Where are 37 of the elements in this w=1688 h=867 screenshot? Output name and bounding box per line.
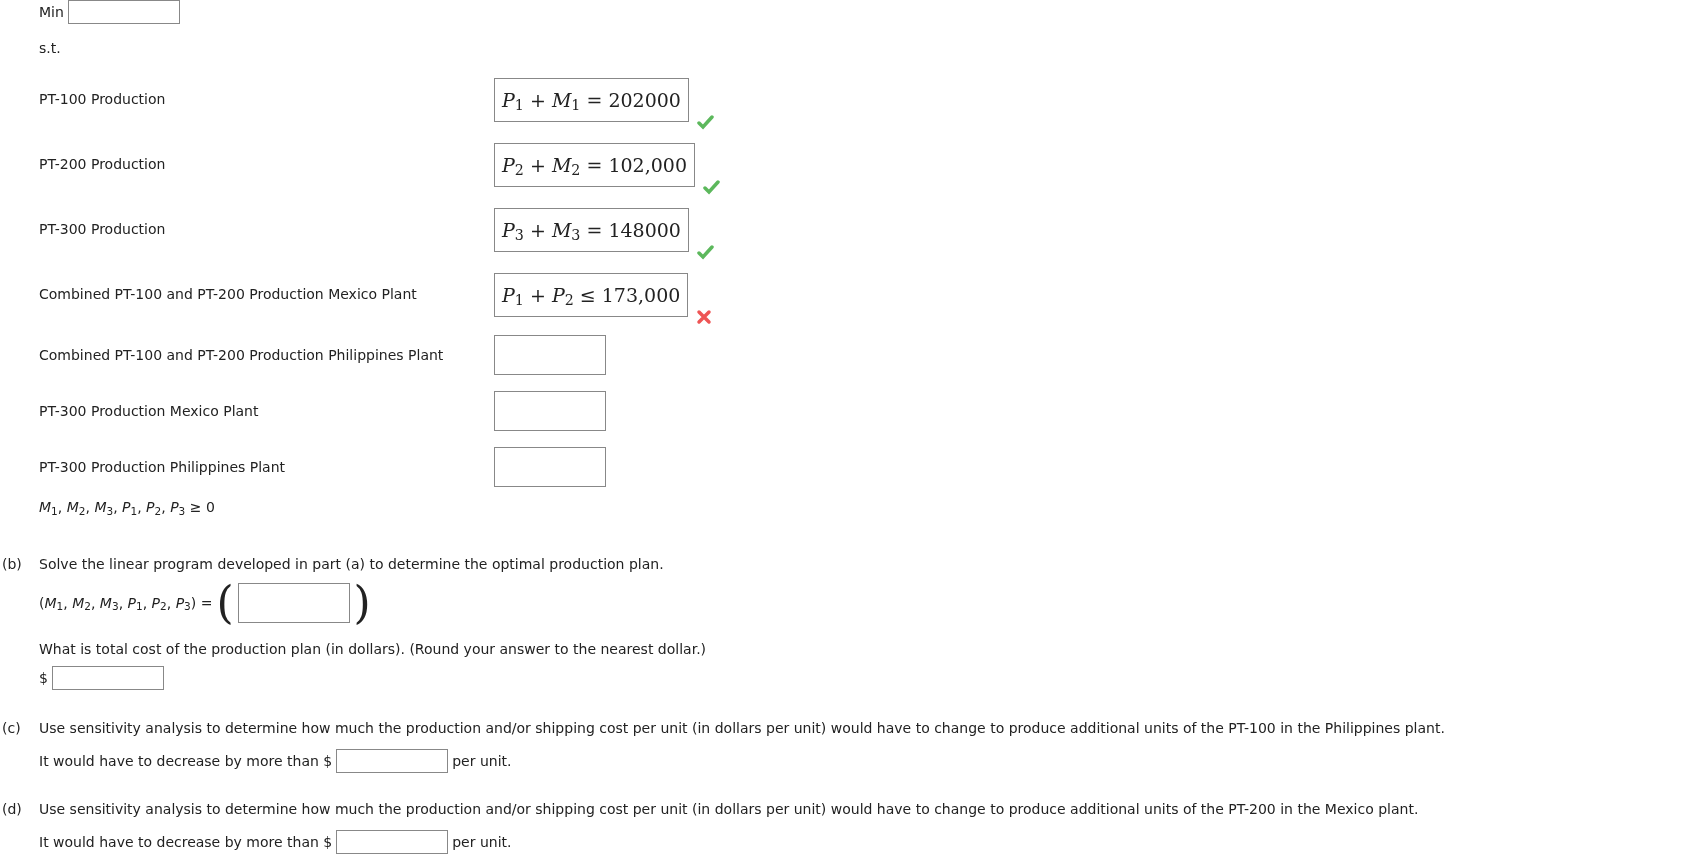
constraint-label: PT-100 Production bbox=[39, 90, 167, 109]
open-paren: ( bbox=[216, 581, 234, 625]
answer-field[interactable] bbox=[237, 583, 350, 623]
answer-suffix: per unit. bbox=[452, 832, 512, 852]
answer-prefix: It would have to decrease by more than $ bbox=[39, 832, 333, 852]
constraint-label: Combined PT-100 and PT-200 Production Philippines Plant bbox=[39, 345, 445, 365]
currency-sign: $ bbox=[39, 668, 48, 688]
answer-field[interactable] bbox=[494, 447, 606, 487]
answer-field[interactable]: P$_{2}$ + M$_{2}$ = 102,000 bbox=[494, 142, 695, 187]
answer-field[interactable]: P$_{1}$ + M$_{1}$ = 202000 bbox=[494, 77, 689, 122]
part-letter: (b) bbox=[1, 555, 23, 574]
question-text: Use sensitivity analysis to determine how much the production and/or shipping cost per unit (in dollars per unit) would have to change to produce additional units of the PT-100 in the Philippines plant. bbox=[39, 719, 1445, 738]
answer-suffix: per unit. bbox=[452, 751, 512, 771]
answer-field[interactable] bbox=[67, 0, 180, 24]
constraint-label: PT-300 Production Mexico Plant bbox=[39, 401, 260, 421]
question-text: Use sensitivity analysis to determine how much the production and/or shipping cost per unit (in dollars per unit) would have to change to produce additional units of the PT-200 in the Mexico plant. bbox=[39, 800, 1419, 819]
part-letter: (d) bbox=[1, 800, 23, 819]
question-text: What is total cost of the production plan (in dollars). (Round your answer to the nearest dollar.) bbox=[39, 640, 708, 659]
answer-prefix: It would have to decrease by more than $ bbox=[39, 751, 333, 771]
constraint-label: PT-300 Production bbox=[39, 220, 167, 239]
answer-field[interactable] bbox=[51, 666, 164, 690]
answer-field[interactable] bbox=[336, 749, 449, 773]
objective-label: Min bbox=[39, 2, 64, 22]
answer-field[interactable] bbox=[494, 391, 606, 431]
close-paren: ) bbox=[353, 581, 371, 625]
answer-field[interactable]: P$_{1}$ + P$_{2}$ ≤ 173,000 bbox=[494, 272, 689, 317]
constraints-heading: s.t. bbox=[39, 39, 62, 58]
part-letter: (c) bbox=[1, 719, 22, 738]
variable-tuple: (M$_{1}$, M$_{2}$, M$_{3}$, P$_{1}$, P$_{2}$, P$_{3}$) = bbox=[39, 593, 213, 614]
answer-field[interactable] bbox=[336, 830, 449, 854]
constraint-label: PT-200 Production bbox=[39, 155, 167, 174]
constraint-label: PT-300 Production Philippines Plant bbox=[39, 457, 287, 477]
constraint-label: Combined PT-100 and PT-200 Production Mexico Plant bbox=[39, 285, 418, 304]
nonnegativity-text: M$_{1}$, M$_{2}$, M$_{3}$, P$_{1}$, P$_{2}$, P$_{3}$ ≥ 0 bbox=[39, 498, 216, 518]
question-text: Solve the linear program developed in part (a) to determine the optimal production plan. bbox=[39, 555, 664, 574]
answer-field[interactable]: P$_{3}$ + M$_{3}$ = 148000 bbox=[494, 207, 689, 252]
answer-field[interactable] bbox=[494, 335, 606, 375]
